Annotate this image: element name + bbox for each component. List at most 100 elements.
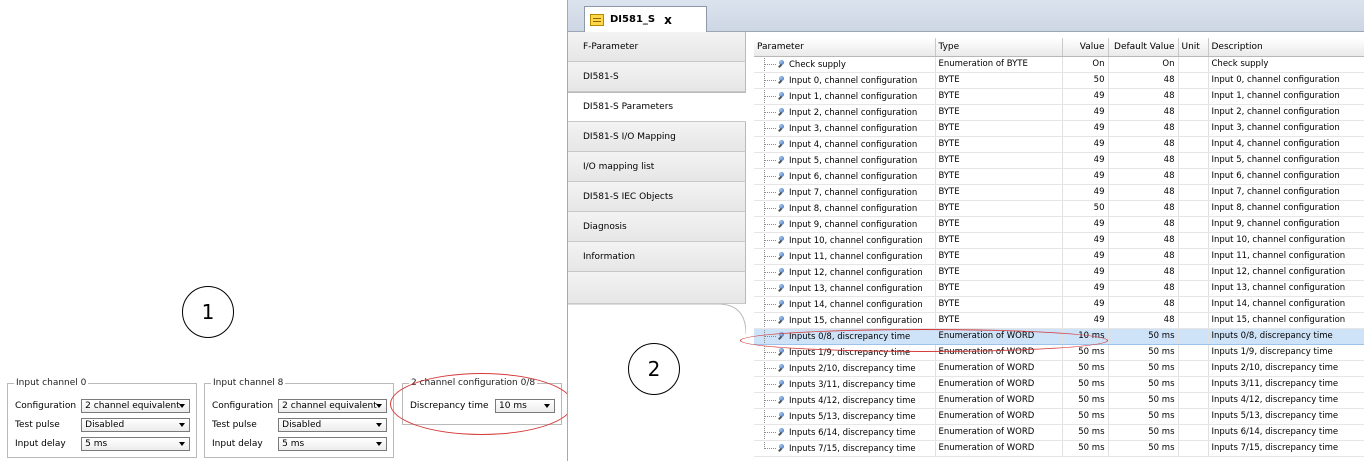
table-row[interactable]: Inputs 5/13, discrepancy time Enumeration… xyxy=(754,408,1364,425)
column-header-description[interactable]: Description xyxy=(1208,38,1364,57)
test-pulse-dropdown[interactable]: Disabled xyxy=(278,418,387,432)
table-row[interactable]: Input 0, channel configuration BYTE 50 48 In… xyxy=(754,72,1364,89)
table-row[interactable]: Inputs 2/10, discrepancy time Enumeration… xyxy=(754,360,1364,377)
tab-di581-s[interactable]: DI581-S xyxy=(568,62,746,92)
tab-f-parameter[interactable]: F-Parameter xyxy=(568,32,746,62)
column-header-type[interactable]: Type xyxy=(935,38,1063,57)
cell-unit xyxy=(1178,248,1209,265)
tree-line-icon xyxy=(757,408,777,423)
chevron-down-icon[interactable] xyxy=(374,439,384,449)
table-row[interactable]: Inputs 1/9, discrepancy time Enumeration … xyxy=(754,344,1364,361)
column-header-parameter[interactable]: Parameter xyxy=(754,38,936,57)
parameter-icon xyxy=(777,379,786,389)
cell-description: Input 0, channel configuration xyxy=(1208,72,1364,89)
cell-parameter: Input 12, channel configuration xyxy=(754,264,936,281)
configuration-dropdown[interactable]: 2 channel equivalent xyxy=(278,399,387,413)
tab-io-mapping-list[interactable]: I/O mapping list xyxy=(568,152,746,182)
table-row[interactable]: Input 2, channel configuration BYTE 49 48 In… xyxy=(754,104,1364,121)
table-row[interactable]: Input 4, channel configuration BYTE 49 48 In… xyxy=(754,136,1364,153)
device-editor: DI581_S x F-Parameter DI581-S DI581-S Pa… xyxy=(567,0,1364,461)
table-row[interactable]: Input 11, channel configuration BYTE 49 48 I… xyxy=(754,248,1364,265)
cell-value: 49 xyxy=(1062,120,1109,137)
cell-value: 49 xyxy=(1062,264,1109,281)
table-row[interactable]: Input 3, channel configuration BYTE 49 48 In… xyxy=(754,120,1364,137)
table-row[interactable]: Input 6, channel configuration BYTE 49 48 In… xyxy=(754,168,1364,185)
chevron-down-icon[interactable] xyxy=(177,439,187,449)
cell-description: Inputs 3/11, discrepancy time xyxy=(1208,376,1364,393)
cell-value: 49 xyxy=(1062,312,1109,329)
parameter-icon xyxy=(777,91,786,101)
chevron-down-icon[interactable] xyxy=(374,420,384,430)
table-row[interactable]: Input 9, channel configuration BYTE 49 48 In… xyxy=(754,216,1364,233)
tree-line-icon xyxy=(757,280,777,295)
chevron-down-icon[interactable] xyxy=(374,401,384,411)
close-icon[interactable]: x xyxy=(664,13,672,27)
cell-description: Input 15, channel configuration xyxy=(1208,312,1364,329)
table-row[interactable]: Inputs 0/8, discrepancy time Enumeration … xyxy=(754,327,1364,345)
table-row[interactable]: Input 5, channel configuration BYTE 49 48 In… xyxy=(754,152,1364,169)
document-tab-title: DI581_S xyxy=(610,14,656,25)
parameter-name: Inputs 5/13, discrepancy time xyxy=(789,411,916,422)
tab-di581-s-parameters[interactable]: DI581-S Parameters xyxy=(568,92,746,122)
test-pulse-dropdown[interactable]: Disabled xyxy=(81,418,190,432)
table-row[interactable]: Input 7, channel configuration BYTE 49 48 In… xyxy=(754,184,1364,201)
column-header-unit[interactable]: Unit xyxy=(1178,38,1209,57)
tree-line-icon xyxy=(757,248,777,263)
discrepancy-time-dropdown[interactable]: 10 ms xyxy=(495,399,555,413)
two-channel-config-group: 2 channel configuration 0/8 Discrepancy … xyxy=(402,378,562,425)
cell-value: 50 ms xyxy=(1062,392,1109,409)
cell-parameter: Input 9, channel configuration xyxy=(754,216,936,233)
tab-information[interactable]: Information xyxy=(568,242,746,272)
chevron-down-icon[interactable] xyxy=(542,401,552,411)
cell-parameter: Input 7, channel configuration xyxy=(754,184,936,201)
table-row[interactable]: Inputs 4/12, discrepancy time Enumeration… xyxy=(754,392,1364,409)
table-row[interactable]: Input 1, channel configuration BYTE 49 48 In… xyxy=(754,88,1364,105)
cell-parameter: Input 10, channel configuration xyxy=(754,232,936,249)
cell-default-value: 48 xyxy=(1108,168,1179,185)
cell-unit xyxy=(1178,200,1209,217)
parameter-icon xyxy=(777,395,786,405)
cell-parameter: Input 15, channel configuration xyxy=(754,312,936,329)
cell-default-value: 48 xyxy=(1108,312,1179,329)
cell-default-value: 48 xyxy=(1108,120,1179,137)
cell-unit xyxy=(1178,184,1209,201)
cell-default-value: 48 xyxy=(1108,152,1179,169)
cell-value: 49 xyxy=(1062,296,1109,313)
cell-unit xyxy=(1178,168,1209,185)
cell-parameter: Inputs 2/10, discrepancy time xyxy=(754,360,936,377)
table-row[interactable]: Input 15, channel configuration BYTE 49 48 I… xyxy=(754,312,1364,329)
parameter-name: Input 5, channel configuration xyxy=(789,155,918,166)
document-tab[interactable]: DI581_S x xyxy=(584,6,707,32)
configuration-row: Configuration 2 channel equivalent xyxy=(212,398,387,414)
table-row[interactable]: Input 8, channel configuration BYTE 50 48 In… xyxy=(754,200,1364,217)
tree-line-icon xyxy=(757,56,777,71)
table-row[interactable]: Inputs 6/14, discrepancy time Enumeration… xyxy=(754,424,1364,441)
cell-default-value: 48 xyxy=(1108,216,1179,233)
column-header-value[interactable]: Value xyxy=(1062,38,1109,57)
cell-unit xyxy=(1178,424,1209,441)
table-row[interactable]: Inputs 3/11, discrepancy time Enumeration… xyxy=(754,376,1364,393)
tab-di581-s-iec-objects[interactable]: DI581-S IEC Objects xyxy=(568,182,746,212)
cell-value: 50 ms xyxy=(1062,360,1109,377)
tree-line-icon xyxy=(757,264,777,279)
chevron-down-icon[interactable] xyxy=(177,420,187,430)
column-header-default-value[interactable]: Default Value xyxy=(1108,38,1179,57)
configuration-dropdown[interactable]: 2 channel equivalent xyxy=(81,399,190,413)
cell-value: 49 xyxy=(1062,184,1109,201)
tree-line-icon xyxy=(757,296,777,311)
parameter-icon xyxy=(777,267,786,277)
table-row[interactable]: Input 14, channel configuration BYTE 49 48 I… xyxy=(754,296,1364,313)
table-row[interactable]: Input 10, channel configuration BYTE 49 48 I… xyxy=(754,232,1364,249)
table-row[interactable]: Inputs 7/15, discrepancy time Enumeration… xyxy=(754,440,1364,457)
table-row[interactable]: Check supply Enumeration of BYTE On On Check… xyxy=(754,56,1364,73)
cell-parameter: Input 11, channel configuration xyxy=(754,248,936,265)
cell-description: Input 11, channel configuration xyxy=(1208,248,1364,265)
tab-diagnosis[interactable]: Diagnosis xyxy=(568,212,746,242)
chevron-down-icon[interactable] xyxy=(177,401,187,411)
tab-di581-s-io-mapping[interactable]: DI581-S I/O Mapping xyxy=(568,122,746,152)
input-delay-dropdown[interactable]: 5 ms xyxy=(81,437,190,451)
table-row[interactable]: Input 13, channel configuration BYTE 49 48 I… xyxy=(754,280,1364,297)
cell-description: Inputs 7/15, discrepancy time xyxy=(1208,440,1364,457)
table-row[interactable]: Input 12, channel configuration BYTE 49 48 I… xyxy=(754,264,1364,281)
input-delay-dropdown[interactable]: 5 ms xyxy=(278,437,387,451)
